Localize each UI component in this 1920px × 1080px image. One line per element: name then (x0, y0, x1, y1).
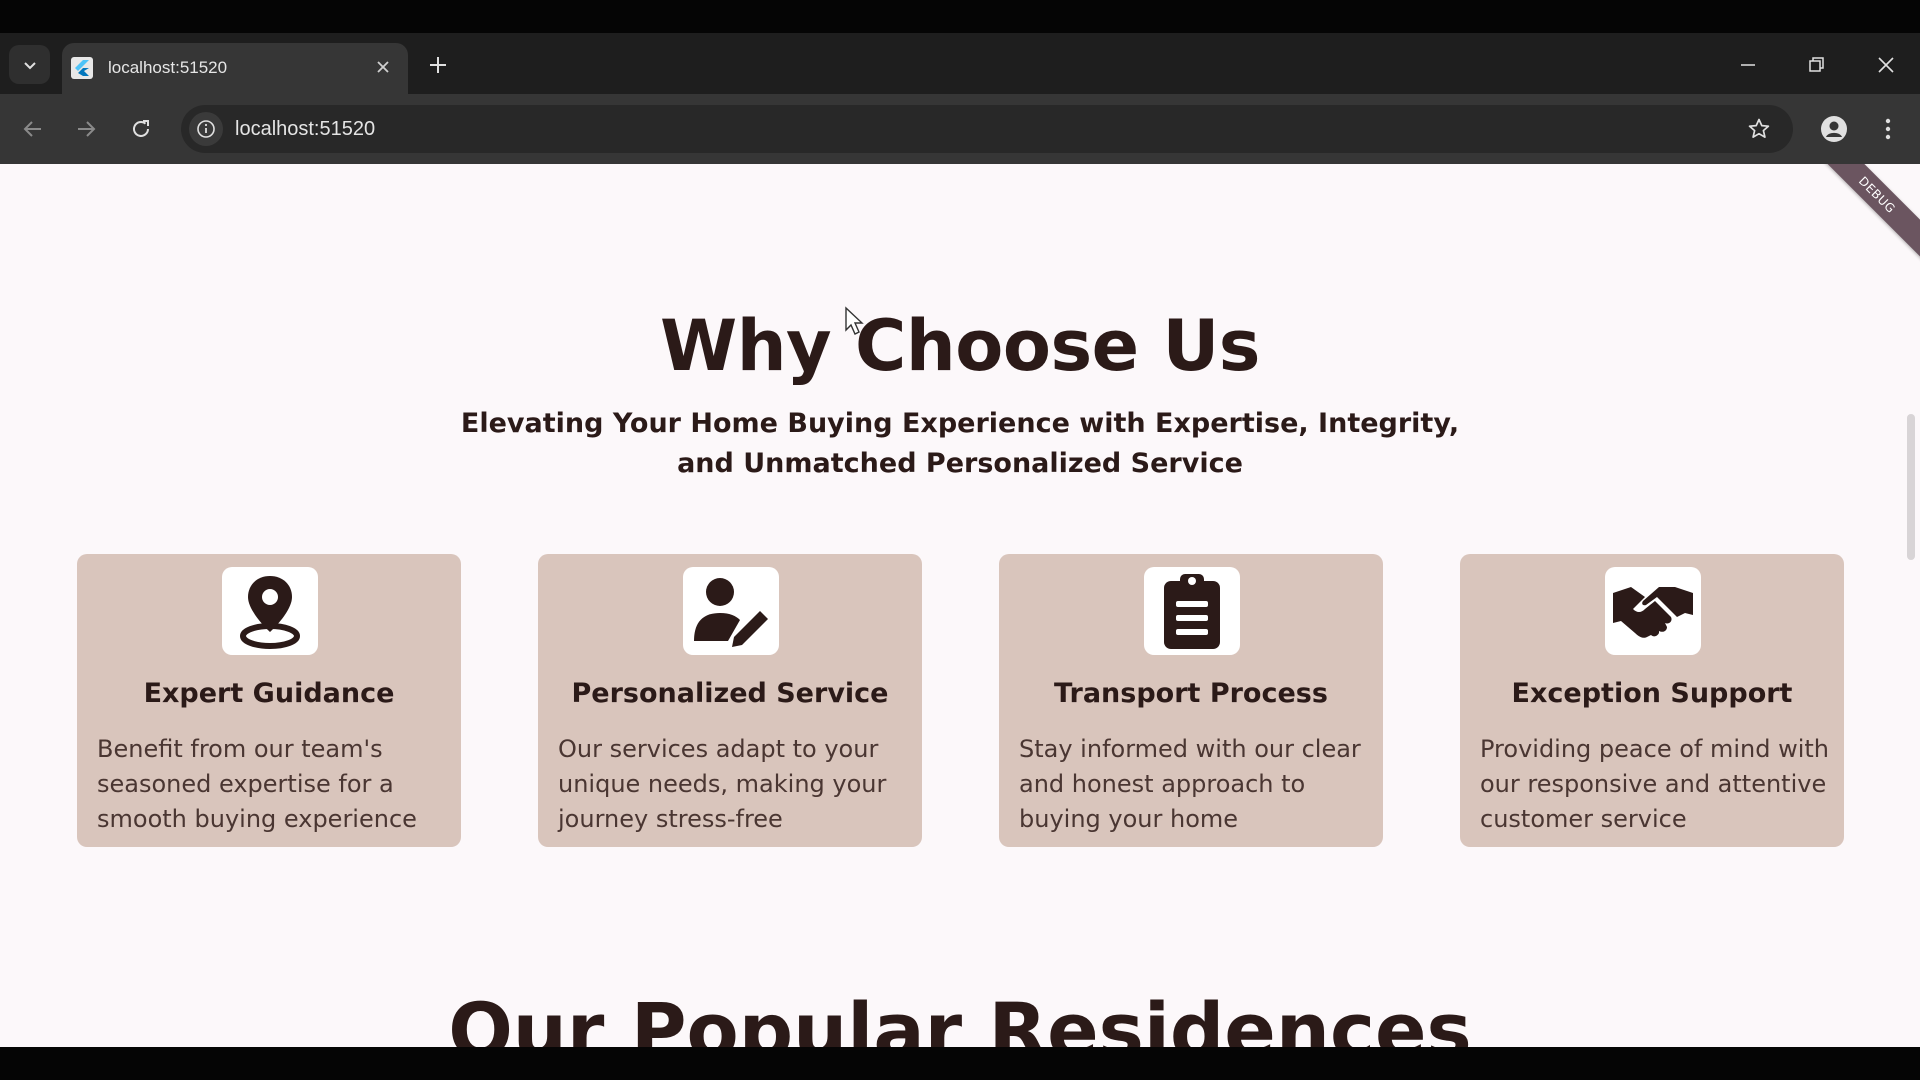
section-subtitle-line-2: and Unmatched Personalized Service (677, 448, 1243, 479)
feature-card-transport-process: Transport Process Stay informed with our… (999, 554, 1383, 847)
browser-tab-strip: localhost:51520 (0, 33, 1920, 94)
feature-card-exception-support: Exception Support Providing peace of min… (1460, 554, 1844, 847)
debug-banner: DEBUG (1807, 164, 1920, 265)
person-edit-icon (694, 578, 768, 647)
feature-card-expert-guidance: Expert Guidance Benefit from our team's … (77, 554, 461, 847)
next-section-title: Our Popular Residences (448, 986, 1472, 1047)
feature-description: Providing peace of mind with our respons… (1480, 735, 1830, 833)
profile-icon (1821, 116, 1847, 142)
feature-title: Personalized Service (571, 678, 889, 709)
more-vertical-icon (1885, 118, 1891, 140)
forward-button[interactable] (68, 111, 104, 147)
arrow-right-icon (78, 121, 96, 137)
feature-title: Exception Support (1511, 678, 1793, 709)
reload-icon (133, 120, 149, 137)
feature-card-personalized-service: Personalized Service Our services adapt … (538, 554, 922, 847)
chevron-down-icon (23, 61, 36, 69)
back-button[interactable] (15, 111, 51, 147)
scrollbar-thumb[interactable] (1907, 414, 1915, 560)
handshake-icon (1613, 587, 1693, 638)
minimize-button[interactable] (1728, 47, 1768, 83)
tab-close-button[interactable] (370, 54, 396, 80)
feature-icon-tile (222, 567, 318, 655)
browser-menu-button[interactable] (1870, 111, 1906, 147)
new-tab-button[interactable] (424, 51, 452, 79)
close-icon (377, 61, 389, 73)
tab-search-button[interactable] (9, 45, 50, 84)
arrow-left-icon (23, 121, 41, 137)
restore-icon (1809, 57, 1824, 72)
minimize-icon (1741, 64, 1755, 66)
section-title: Why Choose Us (660, 305, 1260, 387)
feature-icon-tile (1605, 567, 1701, 655)
page-viewport[interactable]: DEBUG Why Choose Us Elevating Your Home … (0, 164, 1920, 1047)
feature-description: Stay informed with our clear and honest … (1019, 735, 1361, 833)
feature-title: Transport Process (1054, 678, 1328, 709)
section-subtitle: Elevating Your Home Buying Experience wi… (460, 404, 1460, 484)
reload-button[interactable] (123, 111, 159, 147)
location-pin-icon (240, 576, 300, 649)
flutter-icon (71, 57, 93, 79)
info-icon (197, 120, 215, 138)
tab-title: localhost:51520 (108, 58, 228, 77)
restore-button[interactable] (1797, 47, 1837, 83)
mouse-cursor-icon (845, 306, 864, 335)
browser-toolbar: localhost:51520 (0, 94, 1920, 164)
site-info-button[interactable] (189, 112, 223, 146)
clipboard-icon (1164, 574, 1220, 649)
star-icon (1748, 118, 1770, 138)
feature-description: Our services adapt to your unique needs,… (558, 735, 887, 833)
plus-icon (430, 57, 446, 73)
bookmark-button[interactable] (1745, 115, 1773, 143)
screen-top-bar (0, 0, 1920, 33)
feature-icon-tile (683, 567, 779, 655)
close-icon (1878, 57, 1894, 73)
screen-bottom-bar (0, 1047, 1920, 1080)
browser-tab-active[interactable]: localhost:51520 (62, 43, 408, 94)
feature-description: Benefit from our team's seasoned experti… (97, 735, 417, 833)
address-bar[interactable]: localhost:51520 (181, 105, 1793, 153)
close-window-button[interactable] (1866, 47, 1906, 83)
section-subtitle-line-1: Elevating Your Home Buying Experience wi… (460, 408, 1460, 439)
profile-button[interactable] (1816, 111, 1852, 147)
url-text: localhost:51520 (235, 118, 376, 140)
feature-icon-tile (1144, 567, 1240, 655)
feature-title: Expert Guidance (143, 678, 395, 709)
